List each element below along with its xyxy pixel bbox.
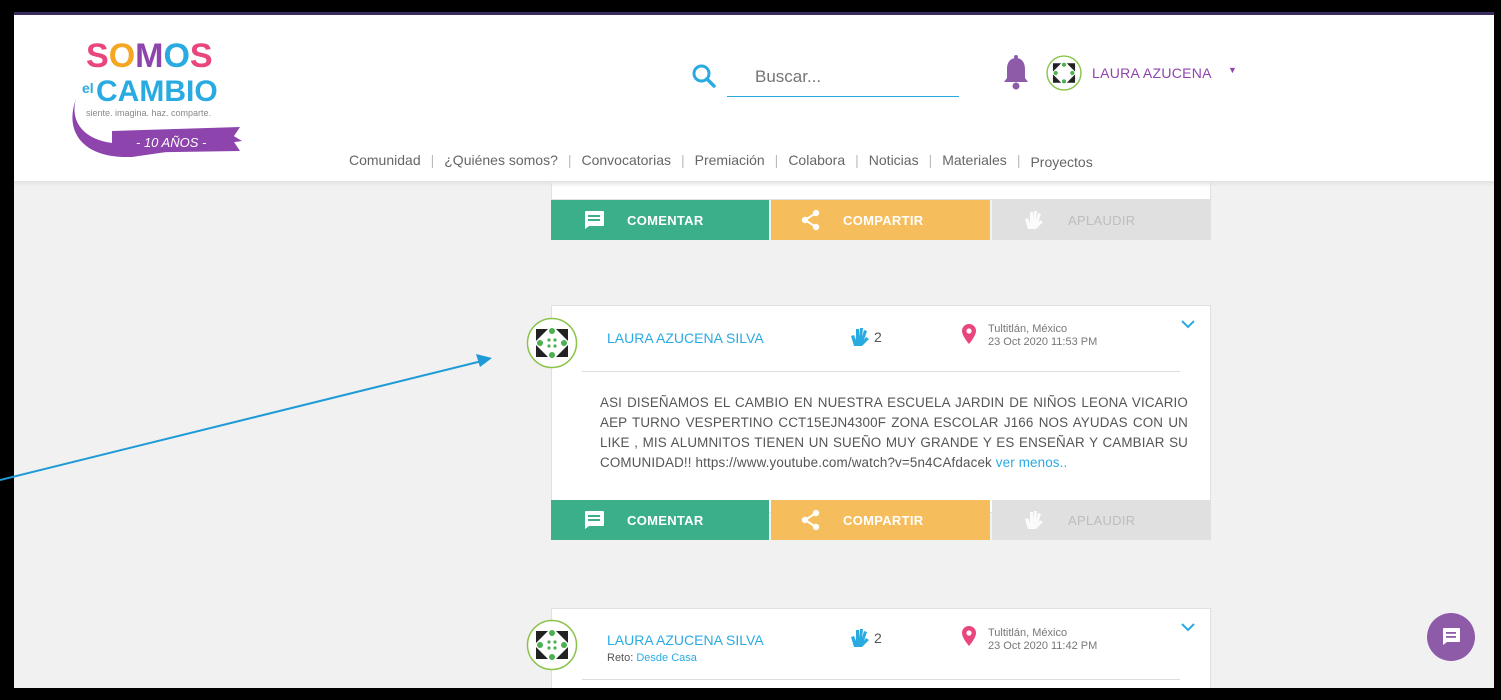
clap-button[interactable]: APLAUDIR <box>992 200 1211 240</box>
chat-button[interactable] <box>1427 613 1475 661</box>
chevron-down-icon[interactable] <box>1181 622 1195 632</box>
somos-el-cambio-logo[interactable]: SOMOS el CAMBIO siente. imagina. haz. co… <box>72 27 248 157</box>
logo-anniversary: - 10 AÑOS - <box>136 135 207 150</box>
location-pin-icon <box>962 626 976 646</box>
user-avatar[interactable] <box>1046 55 1082 91</box>
comment-icon <box>585 211 604 229</box>
clap-icon <box>1025 511 1043 529</box>
clap-icon <box>851 629 869 647</box>
challenge-link[interactable]: Desde Casa <box>636 652 697 664</box>
main-nav: Comunidad | ¿Quiénes somos? | Convocatoria… <box>339 149 1103 171</box>
post-author[interactable]: LAURA AZUCENA SILVA <box>607 632 764 648</box>
logo-tagline: siente. imagina. haz. comparte. <box>86 108 211 118</box>
share-icon <box>801 209 820 231</box>
see-less-link[interactable]: ver menos.. <box>996 455 1068 470</box>
nav-comunidad[interactable]: Comunidad <box>339 152 431 168</box>
clap-count: 2 <box>848 326 882 348</box>
caret-down-icon[interactable]: ▼ <box>1228 65 1237 75</box>
header-shadow <box>14 181 1494 187</box>
previous-post-actions: COMENTAR COMPARTIR APLAUDIR <box>551 200 1211 240</box>
comment-label: COMENTAR <box>627 512 704 528</box>
nav-noticias[interactable]: Noticias <box>859 152 929 168</box>
search-input[interactable] <box>727 57 959 97</box>
comment-icon <box>585 511 604 529</box>
clap-label: APLAUDIR <box>1068 512 1136 528</box>
chat-icon <box>1443 628 1460 645</box>
author-avatar[interactable] <box>526 317 578 369</box>
bell-icon[interactable] <box>1002 55 1030 91</box>
post-body-text: ASI DISEÑAMOS EL CAMBIO EN NUESTRA ESCUE… <box>600 395 1188 470</box>
nav-premiacion[interactable]: Premiación <box>685 152 775 168</box>
share-button[interactable]: COMPARTIR <box>771 500 990 540</box>
post-location: Tultitlán, México 23 Oct 2020 11:42 PM <box>988 627 1097 653</box>
location-name: Tultitlán, México <box>988 627 1068 639</box>
location-name: Tultitlán, México <box>988 323 1068 335</box>
post-actions: COMENTAR COMPARTIR APLAUDIR <box>551 500 1211 540</box>
post-author[interactable]: LAURA AZUCENA SILVA <box>607 330 764 346</box>
share-button[interactable]: COMPARTIR <box>771 200 990 240</box>
clap-icon <box>851 328 869 346</box>
comment-button[interactable]: COMENTAR <box>551 500 769 540</box>
divider <box>582 371 1180 372</box>
author-avatar[interactable] <box>526 619 578 671</box>
nav-proyectos[interactable]: Proyectos <box>1020 149 1102 170</box>
logo-text-el: el <box>82 80 94 96</box>
post-body: ASI DISEÑAMOS EL CAMBIO EN NUESTRA ESCUE… <box>600 393 1188 473</box>
clap-icon <box>1025 211 1043 229</box>
logo-text-cambio: CAMBIO <box>96 75 218 108</box>
nav-materiales[interactable]: Materiales <box>932 152 1017 168</box>
clap-button[interactable]: APLAUDIR <box>992 500 1211 540</box>
chevron-down-icon[interactable] <box>1181 319 1195 329</box>
comment-label: COMENTAR <box>627 212 704 228</box>
share-label: COMPARTIR <box>843 512 924 528</box>
post-date: 23 Oct 2020 11:42 PM <box>988 640 1098 652</box>
search-icon[interactable] <box>691 63 717 89</box>
nav-convocatorias[interactable]: Convocatorias <box>572 152 682 168</box>
share-icon <box>801 509 820 531</box>
post-challenge: Reto: Desde Casa <box>607 652 697 664</box>
location-pin-icon <box>962 324 976 344</box>
user-menu-name[interactable]: LAURA AZUCENA <box>1092 65 1212 81</box>
clap-count: 2 <box>848 627 882 649</box>
nav-colabora[interactable]: Colabora <box>778 152 855 168</box>
clap-count-value: 2 <box>874 630 882 646</box>
logo-text-somos: SOMOS <box>86 37 213 75</box>
post-date: 23 Oct 2020 11:53 PM <box>988 336 1098 348</box>
post-location: Tultitlán, México 23 Oct 2020 11:53 PM <box>988 323 1097 349</box>
clap-label: APLAUDIR <box>1068 212 1136 228</box>
nav-quienes-somos[interactable]: ¿Quiénes somos? <box>434 152 568 168</box>
challenge-label: Reto: <box>607 652 634 664</box>
divider <box>582 679 1180 680</box>
comment-button[interactable]: COMENTAR <box>551 200 769 240</box>
share-label: COMPARTIR <box>843 212 924 228</box>
clap-count-value: 2 <box>874 329 882 345</box>
site-header: SOMOS el CAMBIO siente. imagina. haz. co… <box>14 15 1494 181</box>
browser-viewport: COMENTAR COMPARTIR APLAUDIR LAURA AZUCEN… <box>14 12 1494 688</box>
